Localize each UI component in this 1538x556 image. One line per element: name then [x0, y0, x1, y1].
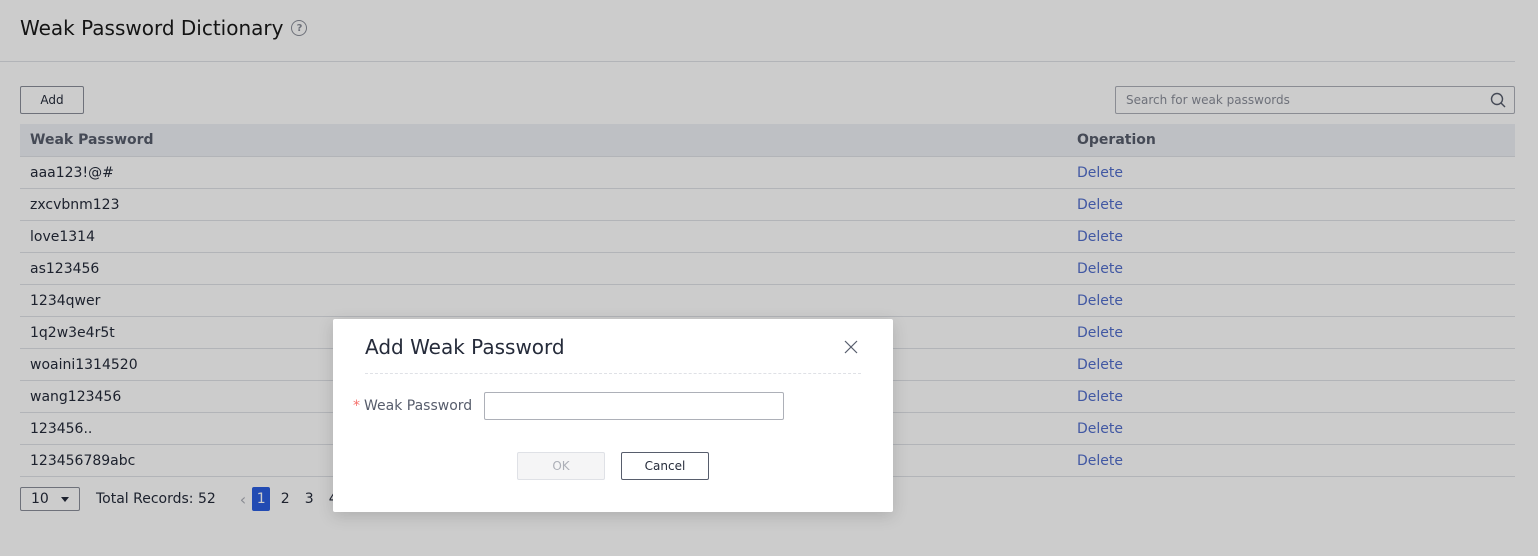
- required-mark: *: [353, 398, 360, 414]
- add-weak-password-dialog: Add Weak Password * Weak Password OK Can…: [333, 319, 893, 512]
- dialog-divider: [365, 373, 861, 374]
- weak-password-label: Weak Password: [364, 398, 473, 414]
- close-icon[interactable]: [843, 339, 859, 355]
- weak-password-input[interactable]: [484, 392, 784, 420]
- cancel-button[interactable]: Cancel: [621, 452, 709, 480]
- dialog-title: Add Weak Password: [365, 335, 565, 359]
- weak-password-form-row: * Weak Password: [353, 392, 784, 420]
- ok-button[interactable]: OK: [517, 452, 605, 480]
